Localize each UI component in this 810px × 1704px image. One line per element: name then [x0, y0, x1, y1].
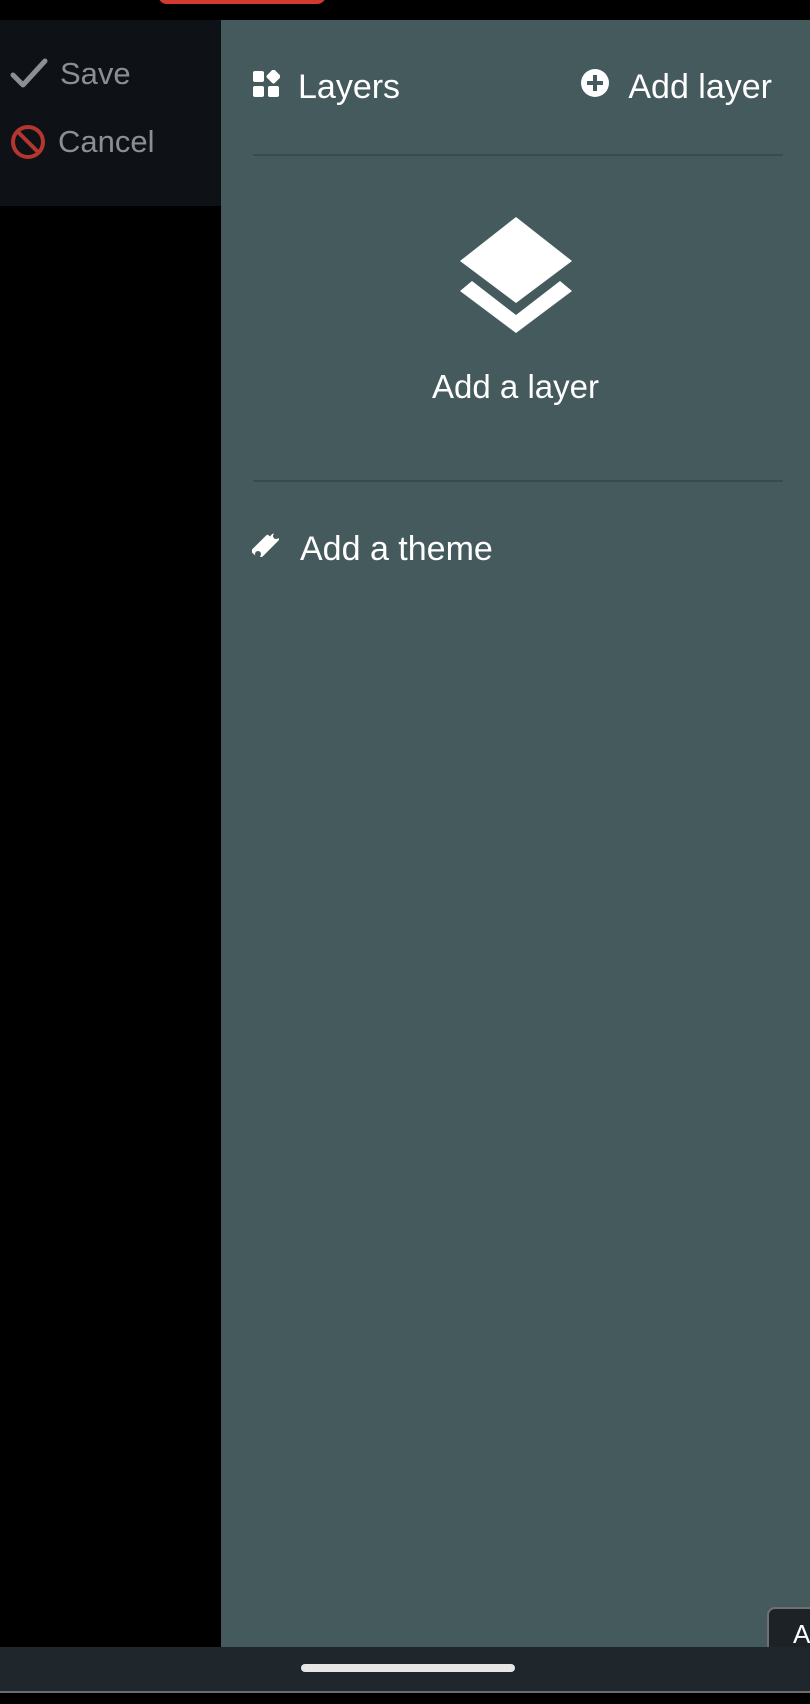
top-accent-button[interactable] [158, 0, 326, 4]
top-status-area [0, 0, 810, 20]
add-layer-button[interactable]: Add layer [580, 68, 772, 107]
add-theme-button[interactable]: Add a theme [251, 530, 493, 569]
add-layer-label: Add layer [628, 68, 772, 106]
edit-toolbar: Save Cancel [0, 20, 221, 206]
check-icon [10, 57, 48, 91]
stacked-layers-icon [221, 215, 810, 340]
cancel-label: Cancel [58, 124, 155, 159]
save-label: Save [60, 56, 131, 91]
panel-header: Layers Add layer [221, 20, 810, 155]
layers-title: Layers [252, 68, 400, 107]
add-theme-label: Add a theme [300, 530, 493, 568]
cancel-icon [10, 124, 46, 160]
empty-state-label: Add a layer [432, 368, 599, 405]
window-bottom-edge [0, 1691, 810, 1704]
add-layer-empty-state[interactable]: Add a layer [221, 215, 810, 406]
divider [253, 154, 783, 156]
palette-brush-icon [251, 530, 282, 569]
panel-title: Layers [298, 68, 401, 106]
plus-circle-icon [580, 68, 610, 107]
layers-panel: Layers Add layer Add a layer Add a theme [221, 20, 810, 1647]
cancel-button[interactable]: Cancel [10, 124, 155, 160]
home-indicator[interactable] [301, 1664, 515, 1672]
layers-grid-icon [252, 68, 281, 107]
divider [253, 480, 783, 482]
corner-button-label: A [793, 1619, 810, 1649]
save-button[interactable]: Save [10, 56, 131, 92]
